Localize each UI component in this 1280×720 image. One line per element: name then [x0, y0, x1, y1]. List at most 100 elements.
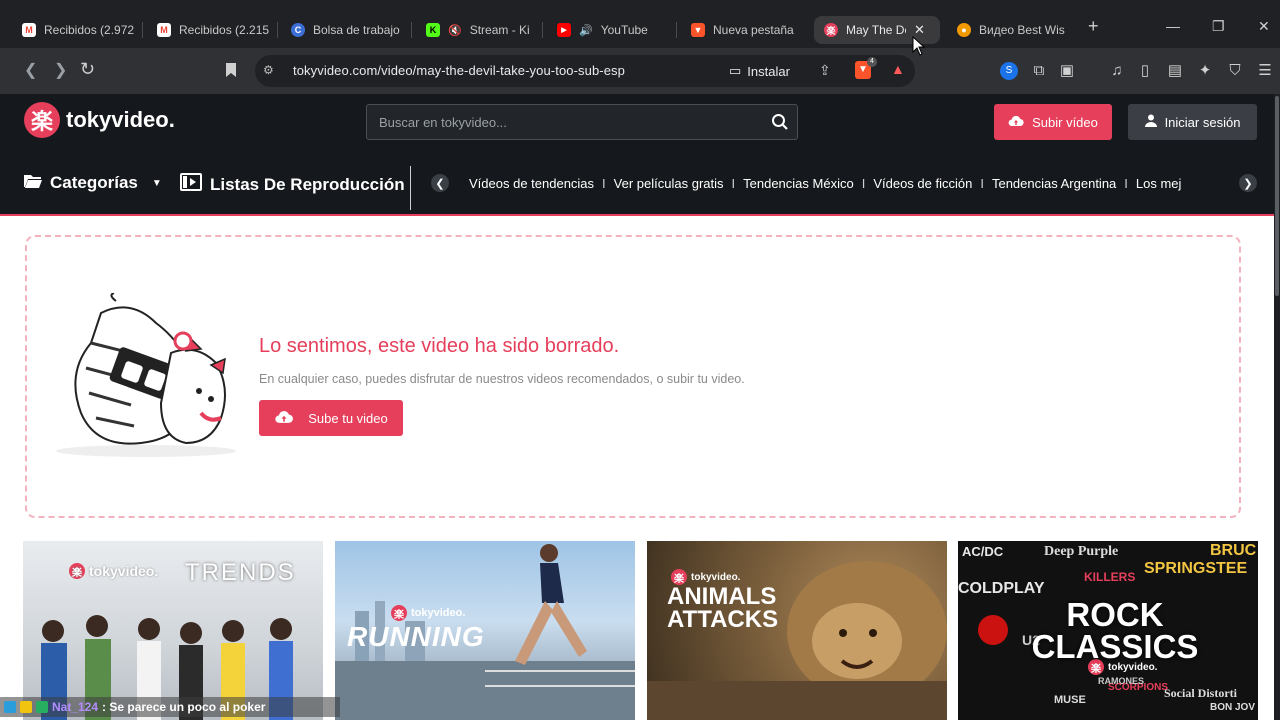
- tab-gmail-1[interactable]: M Recibidos (2.972: [22, 16, 134, 44]
- trend-link[interactable]: Vídeos de ficción: [873, 176, 972, 191]
- playlists-link[interactable]: Listas De Reproducción: [180, 173, 405, 196]
- badge-icon: [36, 701, 48, 713]
- scroll-right-icon[interactable]: ❯: [1239, 174, 1257, 192]
- scroll-left-icon[interactable]: ❮: [431, 174, 449, 192]
- kick-icon: K: [426, 23, 440, 37]
- site-logo[interactable]: 楽 tokyvideo.: [24, 102, 175, 138]
- login-button[interactable]: Iniciar sesión: [1128, 104, 1257, 140]
- search-icon[interactable]: [771, 113, 789, 131]
- tab-youtube[interactable]: ▶ 🔊 YouTube: [557, 16, 669, 44]
- playlist-icon: [180, 173, 202, 196]
- media-icon[interactable]: ♫: [1108, 62, 1126, 80]
- share-icon[interactable]: ⇪: [819, 62, 831, 79]
- back-icon[interactable]: ❮: [24, 60, 37, 80]
- band-logo: AC/DC: [962, 544, 1004, 559]
- band-logo: BON JOV: [1210, 702, 1256, 713]
- reload-icon[interactable]: ↻: [80, 59, 95, 80]
- card-headline: ANIMALS ATTACKS: [667, 583, 779, 633]
- install-button[interactable]: ▭ Instalar: [729, 63, 790, 79]
- card-animals-attacks[interactable]: 楽 tokyvideo. ANIMALS ATTACKS: [647, 541, 947, 720]
- trend-link[interactable]: Vídeos de tendencias: [469, 176, 594, 191]
- trend-link[interactable]: Los mej: [1136, 176, 1182, 191]
- tab-gmail-2[interactable]: M Recibidos (2.215: [157, 16, 269, 44]
- header-accent-line: [0, 214, 1274, 216]
- new-tab-icon[interactable]: +: [1088, 16, 1099, 37]
- divider: [410, 166, 411, 210]
- tab-new[interactable]: ▼ Nueva pestaña: [691, 16, 803, 44]
- cloud-upload-icon: [274, 410, 294, 427]
- upload-video-button[interactable]: Subir vídeo: [994, 104, 1112, 140]
- scrollbar-thumb[interactable]: [1275, 96, 1279, 296]
- tab-divider: [277, 22, 278, 38]
- close-window-icon[interactable]: ✕: [1258, 18, 1270, 35]
- shields-badge: 4: [867, 57, 877, 67]
- tab-video[interactable]: ● Видео Best Wis: [957, 16, 1067, 44]
- forward-icon[interactable]: ❯: [54, 60, 67, 80]
- tokyvideo-icon: 楽: [824, 23, 838, 37]
- audio-icon[interactable]: 🔊: [579, 24, 593, 37]
- translate-extension-icon[interactable]: S: [1000, 62, 1018, 80]
- brave-icon: ▼: [691, 23, 705, 37]
- site-header: 楽 tokyvideo. Subir vídeo Iniciar sesión …: [0, 94, 1274, 216]
- card-headline: RUNNING: [347, 621, 485, 652]
- site-icon: ●: [957, 23, 971, 37]
- muted-icon[interactable]: 🔇: [448, 24, 462, 37]
- site-settings-icon[interactable]: ⚙: [263, 63, 274, 77]
- gmail-icon: M: [22, 23, 36, 37]
- band-logo: Deep Purple: [1044, 544, 1119, 559]
- band-logo: SPRINGSTEE: [1144, 560, 1248, 577]
- sidebar-icon[interactable]: ▯: [1136, 62, 1154, 80]
- tab-search-icon[interactable]: ▣: [1058, 62, 1076, 80]
- tab-divider: [411, 22, 412, 38]
- card-brand: 楽 tokyvideo.: [69, 563, 158, 579]
- vpn-icon[interactable]: ⛉: [1226, 62, 1244, 80]
- band-logo: Social Distorti: [1164, 686, 1237, 700]
- url-text: tokyvideo.com/video/may-the-devil-take-y…: [293, 63, 625, 78]
- extensions-icon[interactable]: ⧉: [1030, 62, 1048, 80]
- tab-divider: [142, 22, 143, 38]
- tab-bolsa[interactable]: C Bolsa de trabajo: [291, 16, 403, 44]
- band-logo: COLDPLAY: [958, 580, 1045, 597]
- caret-down-icon: ▼: [151, 177, 162, 189]
- tab-divider: [542, 22, 543, 38]
- browser-toolbar: ❮ ❯ ↻ ⚙ tokyvideo.com/video/may-the-devi…: [0, 48, 1280, 94]
- card-trends[interactable]: 楽 tokyvideo. TRENDS: [23, 541, 323, 720]
- logo-text: tokyvideo.: [66, 107, 175, 132]
- trend-link[interactable]: Tendencias Argentina: [992, 176, 1116, 191]
- brave-rewards-icon[interactable]: ▲: [891, 61, 905, 77]
- user-icon: [1144, 114, 1157, 130]
- categories-menu[interactable]: Categorías ▼: [24, 173, 162, 193]
- restore-icon[interactable]: ❐: [1212, 18, 1225, 35]
- leo-ai-icon[interactable]: ✦: [1196, 62, 1214, 80]
- tab-divider: [676, 22, 677, 38]
- search-input[interactable]: [367, 105, 757, 139]
- wallet-icon[interactable]: ▤: [1166, 62, 1184, 80]
- trend-link[interactable]: Tendencias México: [743, 176, 854, 191]
- trend-link[interactable]: Ver películas gratis: [614, 176, 724, 191]
- gmail-icon: M: [157, 23, 171, 37]
- trend-links: Vídeos de tendencias I Ver películas grati…: [469, 176, 1182, 191]
- bookmark-icon[interactable]: [222, 62, 240, 80]
- address-bar[interactable]: ⚙ tokyvideo.com/video/may-the-devil-take…: [255, 55, 915, 87]
- badge-icon: [4, 701, 16, 713]
- logo-mark: 楽: [391, 605, 407, 621]
- upload-your-video-button[interactable]: Sube tu video: [259, 400, 403, 436]
- card-headline: ROCK CLASSICS: [1031, 596, 1199, 665]
- install-icon: ▭: [729, 63, 742, 78]
- logo-mark: 楽: [69, 563, 85, 579]
- minimize-icon[interactable]: —: [1166, 18, 1180, 34]
- mouse-cursor-icon: [912, 36, 926, 56]
- search-box: [366, 104, 798, 140]
- card-running[interactable]: 楽 tokyvideo. RUNNING: [335, 541, 635, 720]
- sad-cat-illustration: [56, 293, 236, 457]
- stream-chat-message: Nat_124 : Se parece un poco al poker: [0, 697, 340, 717]
- tab-kick[interactable]: K 🔇 Stream - Kic: [426, 16, 530, 44]
- video-deleted-notice: Lo sentimos, este video ha sido borrado.…: [25, 235, 1241, 518]
- card-rock-classics[interactable]: AC/DC Deep Purple BRUC SPRINGSTEE KILLER…: [958, 541, 1258, 720]
- band-logo: MUSE: [1054, 694, 1086, 706]
- category-bar: Categorías ▼ Listas De Reproducción ❮ Ví…: [0, 160, 1274, 216]
- notice-subtitle: En cualquier caso, puedes disfrutar de n…: [259, 372, 745, 386]
- menu-icon[interactable]: ☰: [1256, 62, 1274, 80]
- chat-username: Nat_124: [52, 700, 99, 714]
- badge-icon: [20, 701, 32, 713]
